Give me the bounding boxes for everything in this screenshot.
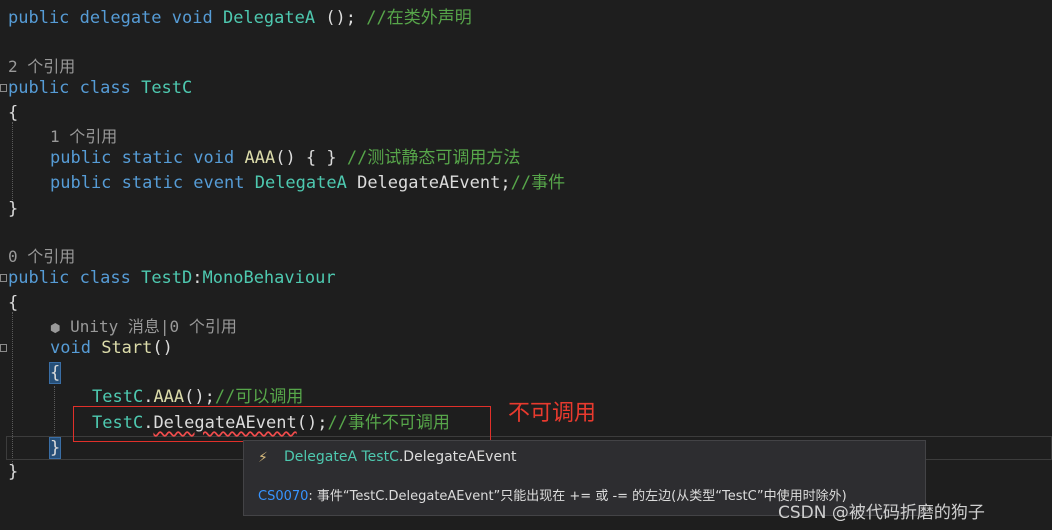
annotation-box: [73, 406, 491, 442]
codelens-text: Unity 消息|0 个引用: [70, 317, 237, 336]
code-line-brace[interactable]: }: [8, 460, 18, 484]
keyword: void: [50, 338, 91, 358]
punctuation: () { }: [275, 148, 337, 168]
watermark: CSDN @被代码折磨的狗子: [778, 503, 985, 523]
punctuation: (): [152, 338, 173, 358]
indent-guide: [54, 386, 55, 434]
type-name: DelegateA: [222, 8, 316, 28]
fold-marker[interactable]: [0, 84, 7, 92]
code-line-brace[interactable]: {: [48, 361, 62, 385]
keyword: public static event: [50, 173, 245, 193]
code-line-brace[interactable]: {: [8, 291, 18, 315]
method-name: Start: [101, 338, 153, 358]
punctuation: :: [192, 268, 203, 288]
type-name: TestC: [141, 78, 193, 98]
identifier: DelegateAEvent;: [346, 173, 511, 193]
type-name: TestC: [92, 387, 144, 407]
punctuation: .: [143, 387, 154, 407]
code-line-class-testd[interactable]: public class TestD:MonoBehaviour: [8, 266, 336, 290]
method-name: AAA: [244, 148, 276, 168]
type-name: DelegateA: [254, 173, 347, 193]
type-name: TestD: [141, 268, 193, 288]
codelens-unity-message[interactable]: ⬢ Unity 消息|0 个引用: [50, 317, 237, 337]
member-name: .DelegateAEvent: [398, 449, 517, 465]
tooltip-error: CS0070: 事件“TestC.DelegateAEvent”只能出现在 +=…: [258, 485, 847, 504]
class-name: TestC: [357, 449, 399, 465]
codelens-references[interactable]: 2 个引用: [8, 57, 75, 77]
code-line-delegate-declaration[interactable]: public delegate void DelegateA (); //在类外…: [8, 6, 472, 30]
base-type-name: MonoBehaviour: [202, 268, 336, 288]
comment: //测试静态可调用方法: [336, 148, 521, 168]
codelens-references[interactable]: 0 个引用: [8, 247, 75, 267]
unity-icon: ⬢: [50, 321, 61, 335]
fold-marker[interactable]: [0, 344, 7, 352]
method-name: AAA: [153, 387, 185, 407]
keyword: public static void: [50, 148, 235, 168]
punctuation: ();: [315, 8, 357, 28]
comment: //在类外声明: [356, 8, 472, 28]
code-line-brace[interactable]: }: [48, 436, 62, 460]
code-line-method-start[interactable]: void Start(): [50, 336, 173, 360]
code-line-brace[interactable]: {: [8, 101, 18, 125]
fold-marker[interactable]: [0, 274, 7, 282]
error-code-link[interactable]: CS0070: [258, 489, 308, 504]
matched-brace: }: [48, 437, 62, 459]
code-line-brace[interactable]: }: [8, 197, 18, 221]
matched-brace: {: [48, 362, 62, 384]
code-line-event-declaration[interactable]: public static event DelegateA DelegateAE…: [50, 171, 565, 195]
indent-guide: [12, 122, 13, 202]
comment: //事件: [510, 173, 566, 193]
error-message: : 事件“TestC.DelegateAEvent”只能出现在 += 或 -= …: [308, 489, 847, 504]
code-line-method-aaa[interactable]: public static void AAA() { } //测试静态可调用方法: [50, 146, 520, 170]
comment: //可以调用: [214, 387, 304, 407]
annotation-label: 不可调用: [508, 401, 597, 426]
keyword: public class: [8, 78, 131, 98]
punctuation: ();: [184, 387, 215, 407]
code-line-class-testc[interactable]: public class TestC: [8, 76, 192, 100]
keyword: public delegate void: [8, 8, 213, 28]
keyword: public class: [8, 268, 131, 288]
codelens-references[interactable]: 1 个引用: [50, 127, 117, 147]
type-name: DelegateA: [284, 449, 358, 465]
lightning-icon: ⚡: [258, 450, 268, 466]
tooltip-signature: DelegateA TestC.DelegateAEvent: [284, 449, 516, 465]
